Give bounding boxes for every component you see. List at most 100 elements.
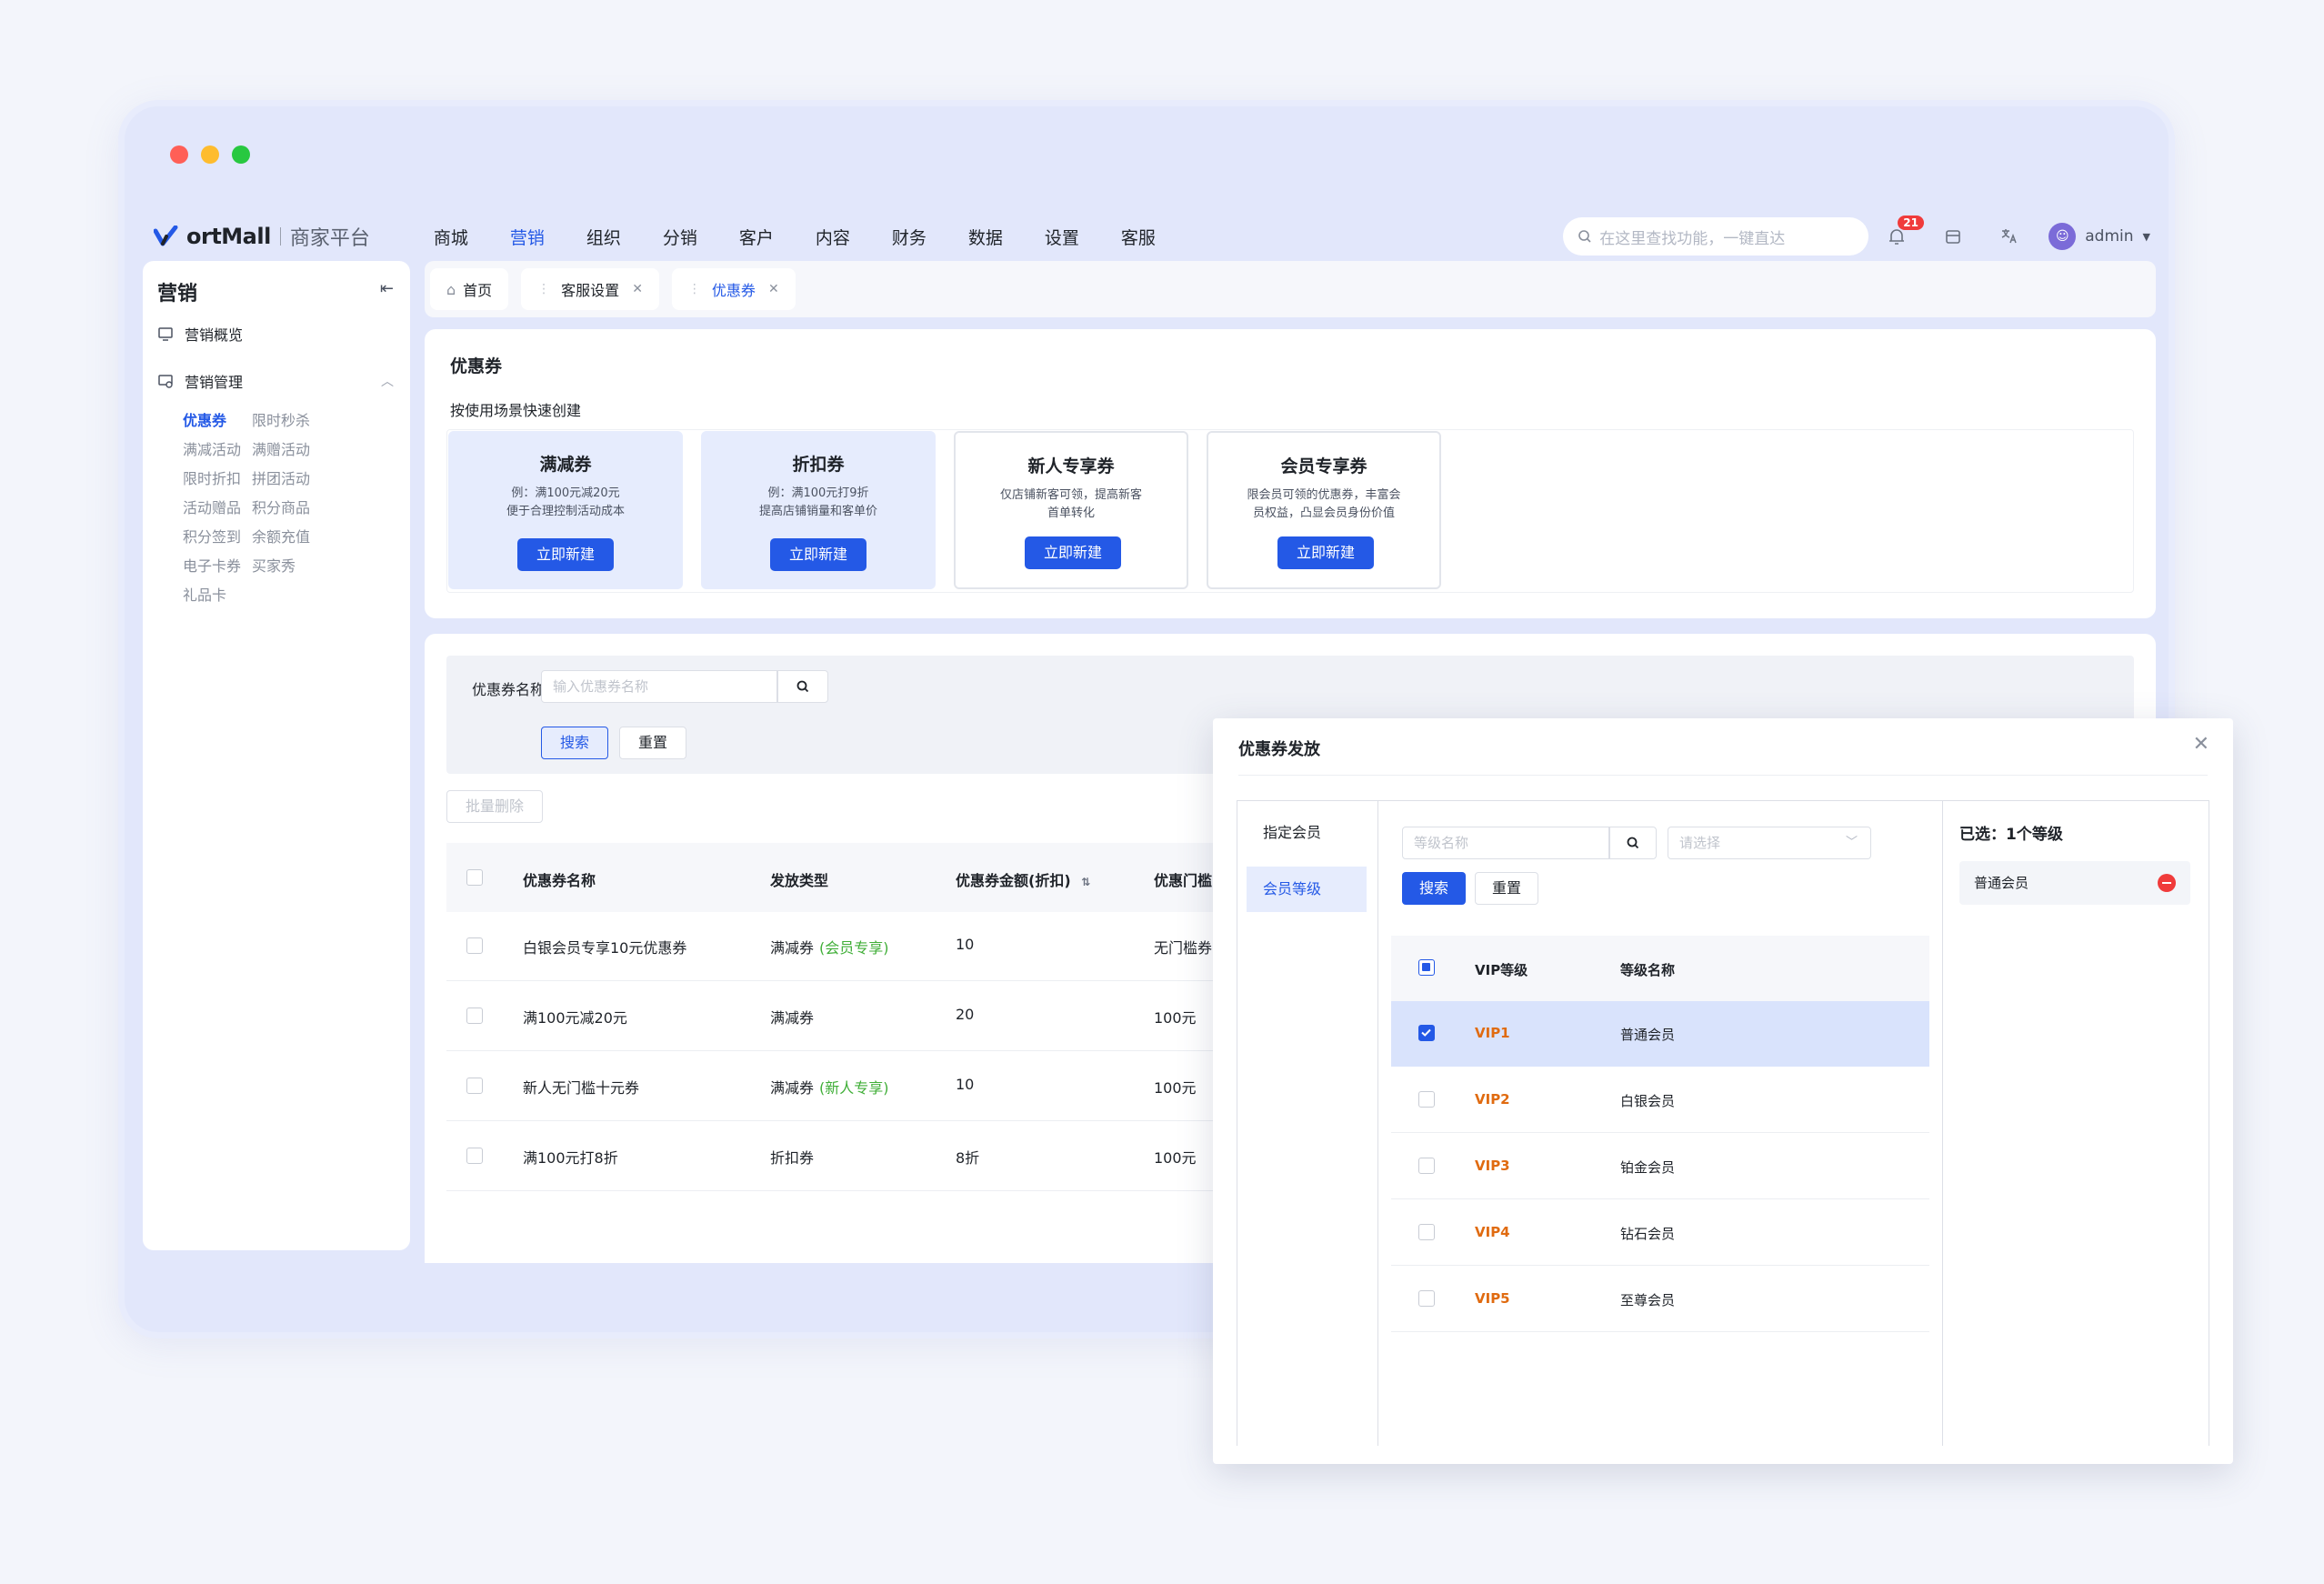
drag-handle-icon[interactable]: ⋮ (688, 282, 701, 296)
user-name: admin (2085, 227, 2134, 246)
maximize-window-button[interactable] (232, 145, 250, 164)
create-now-button[interactable]: 立即新建 (1277, 536, 1374, 569)
scene-card: 新人专享券 仅店铺新客可领，提高新客 首单转化 立即新建 (954, 431, 1188, 589)
level-checkbox[interactable] (1418, 1224, 1435, 1240)
distribute-mode-item[interactable]: 会员等级 (1247, 867, 1367, 912)
store-button[interactable] (1925, 226, 1981, 246)
coupon-type-cell: 满减券 (新人专享) (770, 1076, 889, 1098)
nav-item[interactable]: 客服 (1121, 225, 1197, 249)
remove-icon[interactable] (2158, 874, 2176, 892)
create-now-button[interactable]: 立即新建 (1025, 536, 1121, 569)
search-icon (1578, 230, 1591, 243)
level-checkbox[interactable] (1418, 1091, 1435, 1108)
sidebar-sub-item[interactable]: 拼团活动 (252, 466, 310, 488)
nav-item[interactable]: 设置 (1045, 225, 1121, 249)
search-button[interactable]: 搜索 (541, 727, 608, 759)
filter-search-icon-button[interactable] (777, 670, 828, 703)
nav-item[interactable]: 商城 (434, 225, 510, 249)
minimize-window-button[interactable] (201, 145, 219, 164)
level-row[interactable]: VIP4 钻石会员 (1391, 1200, 1929, 1266)
create-now-button[interactable]: 立即新建 (517, 538, 614, 571)
translate-button[interactable] (1981, 226, 2038, 246)
create-now-button[interactable]: 立即新建 (770, 538, 866, 571)
quick-create-subtitle: 按使用场景快速创建 (450, 402, 582, 419)
level-row[interactable]: VIP2 白银会员 (1391, 1068, 1929, 1133)
monitor-icon (158, 327, 173, 341)
coupon-name-input[interactable]: 输入优惠券名称 (541, 670, 777, 703)
sidebar-sub-item[interactable]: 余额充值 (252, 525, 310, 546)
level-name-input[interactable]: 等级名称 (1402, 827, 1609, 859)
modal-reset-button[interactable]: 重置 (1475, 872, 1538, 905)
global-search-input[interactable]: 在这里查找功能，一键直达 (1563, 217, 1869, 256)
level-checkbox[interactable] (1418, 1158, 1435, 1174)
level-checkbox[interactable] (1418, 1290, 1435, 1307)
nav-item[interactable]: 组织 (586, 225, 663, 249)
coupon-type: 满减券 (770, 1079, 815, 1097)
sidebar-sub-item[interactable]: 活动赠品 (183, 496, 241, 517)
select-all-levels-checkbox[interactable] (1418, 959, 1435, 976)
sidebar-sub-item[interactable]: 积分商品 (252, 496, 310, 517)
home-icon: ⌂ (446, 280, 456, 298)
notification-badge: 21 (1898, 216, 1924, 230)
level-search-icon-button[interactable] (1609, 827, 1657, 859)
level-select[interactable]: 请选择 ﹀ (1668, 827, 1871, 859)
brand-logo[interactable]: ortMall 商家平台 (154, 222, 370, 251)
select-all-checkbox[interactable] (466, 869, 483, 886)
filter-label: 优惠券名称: (472, 681, 550, 698)
level-row[interactable]: VIP3 铂金会员 (1391, 1134, 1929, 1199)
selected-count: 已选：1个等级 (1959, 826, 2063, 844)
tab-item[interactable]: ⋮ 客服设置 ✕ (521, 268, 659, 310)
column-header-sortable[interactable]: 优惠券金额(折扣) ⇅ (956, 868, 1090, 890)
distribute-mode-menu: 指定会员 会员等级 (1237, 800, 1378, 1446)
notification-button[interactable]: 21 (1868, 216, 1925, 246)
coupon-name-cell: 满100元减20元 (523, 1009, 627, 1027)
sidebar-sub-item[interactable]: 礼品卡 (183, 583, 226, 605)
modal-divider (1238, 775, 2208, 776)
nav-item[interactable]: 数据 (968, 225, 1045, 249)
tab-item[interactable]: ⋮ 优惠券 ✕ (671, 268, 796, 310)
level-checkbox[interactable] (1418, 1025, 1435, 1041)
close-window-button[interactable] (170, 145, 188, 164)
row-checkbox[interactable] (466, 937, 483, 954)
sidebar-group-marketing[interactable]: 营销管理 ︿ (157, 370, 394, 392)
sort-icon[interactable]: ⇅ (1081, 876, 1090, 888)
level-name-cell: 白银会员 (1620, 1093, 1676, 1109)
sidebar-sub-item[interactable]: 限时折扣 (183, 466, 241, 488)
sidebar-sub-item[interactable]: 优惠券 (183, 408, 226, 430)
tab-item[interactable]: ⌂ 首页 (430, 268, 509, 310)
user-menu[interactable]: ☺ admin ▼ (2049, 223, 2150, 250)
coupon-threshold-cell: 100元 (1154, 1149, 1197, 1167)
sidebar-item-overview[interactable]: 营销概览 (157, 323, 243, 345)
close-icon[interactable]: ✕ (2193, 733, 2209, 756)
modal-search-button[interactable]: 搜索 (1402, 872, 1466, 905)
sidebar-sub-item[interactable]: 满减活动 (183, 437, 241, 459)
nav-item[interactable]: 客户 (739, 225, 816, 249)
level-row[interactable]: VIP1 普通会员 (1391, 1001, 1929, 1067)
sidebar-sub-item[interactable]: 限时秒杀 (252, 408, 310, 430)
level-row[interactable]: VIP5 至尊会员 (1391, 1267, 1929, 1332)
sidebar-sub-item[interactable]: 积分签到 (183, 525, 241, 546)
coupon-name-cell: 满100元打8折 (523, 1149, 618, 1167)
platform-subtitle: 商家平台 (289, 227, 370, 250)
store-icon (1946, 230, 1961, 244)
nav-item[interactable]: 分销 (663, 225, 739, 249)
coupon-type: 满减券 (770, 939, 815, 957)
search-icon (1627, 837, 1639, 849)
nav-item[interactable]: 营销 (510, 225, 586, 249)
sidebar-sub-item[interactable]: 买家秀 (252, 554, 296, 576)
level-name-cell: 普通会员 (1620, 1027, 1676, 1043)
nav-item[interactable]: 财务 (892, 225, 968, 249)
nav-item[interactable]: 内容 (816, 225, 892, 249)
row-checkbox[interactable] (466, 1148, 483, 1164)
sidebar-sub-item[interactable]: 满赠活动 (252, 437, 310, 459)
drag-handle-icon[interactable]: ⋮ (537, 282, 550, 296)
sidebar-sub-item[interactable]: 电子卡券 (183, 554, 241, 576)
close-tab-icon[interactable]: ✕ (632, 282, 643, 296)
row-checkbox[interactable] (466, 1008, 483, 1024)
reset-button[interactable]: 重置 (619, 727, 686, 759)
close-tab-icon[interactable]: ✕ (768, 282, 779, 296)
batch-delete-button[interactable]: 批量删除 (446, 790, 543, 823)
row-checkbox[interactable] (466, 1078, 483, 1094)
distribute-mode-item[interactable]: 指定会员 (1247, 810, 1367, 856)
collapse-sidebar-icon[interactable]: ⇤ (380, 279, 394, 298)
